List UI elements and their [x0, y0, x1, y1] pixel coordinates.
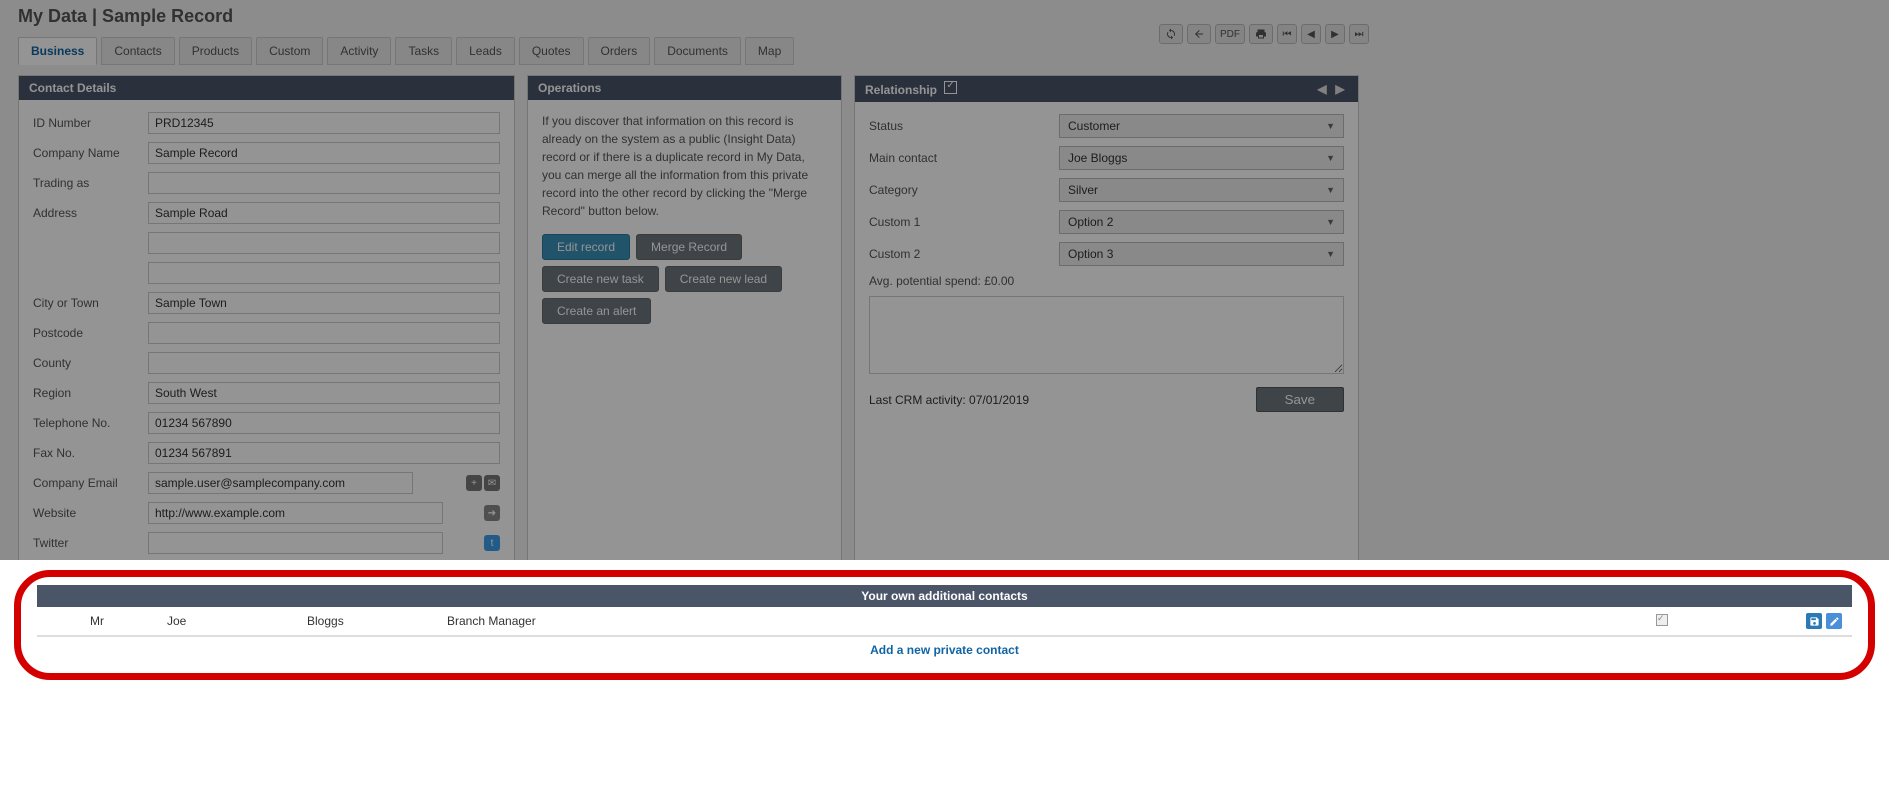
address2-input[interactable]	[148, 232, 500, 254]
twitter-input[interactable]	[148, 532, 443, 554]
avg-spend-text: Avg. potential spend: £0.00	[869, 274, 1344, 288]
trading-as-input[interactable]	[148, 172, 500, 194]
email-input[interactable]	[148, 472, 413, 494]
nav-first-icon[interactable]: ⏮	[1277, 24, 1297, 44]
status-label: Status	[869, 119, 1059, 133]
create-task-button[interactable]: Create new task	[542, 266, 659, 292]
tab-activity[interactable]: Activity	[327, 37, 391, 65]
telephone-label: Telephone No.	[33, 416, 148, 430]
edit-record-button[interactable]: Edit record	[542, 234, 630, 260]
address-label: Address	[33, 206, 148, 220]
fax-label: Fax No.	[33, 446, 148, 460]
print-icon[interactable]	[1249, 24, 1273, 44]
tab-custom[interactable]: Custom	[256, 37, 323, 65]
id-number-label: ID Number	[33, 116, 148, 130]
custom1-select[interactable]: Option 2▼	[1059, 210, 1344, 234]
main-contact-select[interactable]: Joe Bloggs▼	[1059, 146, 1344, 170]
tab-quotes[interactable]: Quotes	[519, 37, 584, 65]
contact-title: Mr	[37, 607, 157, 636]
company-name-input[interactable]	[148, 142, 500, 164]
additional-contacts-header: Your own additional contacts	[37, 585, 1852, 607]
trading-as-label: Trading as	[33, 176, 148, 190]
tab-products[interactable]: Products	[179, 37, 252, 65]
custom1-label: Custom 1	[869, 215, 1059, 229]
status-select[interactable]: Customer▼	[1059, 114, 1344, 138]
website-input[interactable]	[148, 502, 443, 524]
county-label: County	[33, 356, 148, 370]
twitter-label: Twitter	[33, 536, 148, 550]
relationship-section-checkbox[interactable]	[944, 81, 957, 94]
postcode-input[interactable]	[148, 322, 500, 344]
tab-documents[interactable]: Documents	[654, 37, 741, 65]
edit-contact-icon[interactable]	[1826, 613, 1842, 629]
contact-last: Bloggs	[297, 607, 437, 636]
save-contact-icon[interactable]	[1806, 613, 1822, 629]
relationship-notes[interactable]	[869, 296, 1344, 374]
fax-input[interactable]	[148, 442, 500, 464]
create-lead-button[interactable]: Create new lead	[665, 266, 782, 292]
rel-next-icon[interactable]: ▶	[1332, 81, 1348, 97]
main-contact-label: Main contact	[869, 151, 1059, 165]
contact-active-checkbox	[1656, 614, 1668, 626]
nav-last-icon[interactable]: ⏭	[1349, 24, 1369, 44]
create-alert-button[interactable]: Create an alert	[542, 298, 651, 324]
region-input[interactable]	[148, 382, 500, 404]
send-email-icon[interactable]: ✉	[484, 475, 500, 491]
save-button[interactable]: Save	[1256, 387, 1344, 412]
add-private-contact-link[interactable]: Add a new private contact	[37, 636, 1852, 663]
email-label: Company Email	[33, 476, 148, 490]
open-website-icon[interactable]: ➔	[484, 505, 500, 521]
additional-contacts-highlight: Your own additional contacts Mr Joe Blog…	[14, 570, 1875, 680]
tab-map[interactable]: Map	[745, 37, 794, 65]
telephone-input[interactable]	[148, 412, 500, 434]
record-toolbar: PDF ⏮ ◀ ▶ ⏭	[1159, 24, 1369, 44]
add-email-icon[interactable]: +	[466, 475, 482, 491]
last-activity-text: Last CRM activity: 07/01/2019	[869, 393, 1029, 407]
tab-contacts[interactable]: Contacts	[101, 37, 174, 65]
postcode-label: Postcode	[33, 326, 148, 340]
category-label: Category	[869, 183, 1059, 197]
address3-input[interactable]	[148, 262, 500, 284]
page-title: My Data | Sample Record	[18, 0, 1871, 37]
category-select[interactable]: Silver▼	[1059, 178, 1344, 202]
nav-next-icon[interactable]: ▶	[1325, 24, 1345, 44]
contact-role: Branch Manager	[437, 607, 1632, 636]
contact-details-header: Contact Details	[19, 76, 514, 100]
merge-record-button[interactable]: Merge Record	[636, 234, 742, 260]
operations-header: Operations	[528, 76, 841, 100]
operations-text: If you discover that information on this…	[542, 112, 827, 220]
contact-details-panel: Contact Details ID Number Company Name T…	[18, 75, 515, 588]
tab-bar: Business Contacts Products Custom Activi…	[18, 37, 1871, 65]
table-row: Mr Joe Bloggs Branch Manager	[37, 607, 1852, 636]
website-label: Website	[33, 506, 148, 520]
operations-panel: Operations If you discover that informat…	[527, 75, 842, 588]
relationship-header: Relationship	[865, 83, 937, 97]
region-label: Region	[33, 386, 148, 400]
county-input[interactable]	[148, 352, 500, 374]
tab-leads[interactable]: Leads	[456, 37, 515, 65]
tab-tasks[interactable]: Tasks	[395, 37, 452, 65]
city-label: City or Town	[33, 296, 148, 310]
back-icon[interactable]	[1187, 24, 1211, 44]
relationship-panel: Relationship ◀▶ StatusCustomer▼ Main con…	[854, 75, 1359, 588]
twitter-icon[interactable]: t	[484, 535, 500, 551]
tab-orders[interactable]: Orders	[588, 37, 651, 65]
id-number-input[interactable]	[148, 112, 500, 134]
company-name-label: Company Name	[33, 146, 148, 160]
tab-business[interactable]: Business	[18, 37, 97, 65]
contact-first: Joe	[157, 607, 297, 636]
nav-prev-icon[interactable]: ◀	[1301, 24, 1321, 44]
address1-input[interactable]	[148, 202, 500, 224]
pdf-button[interactable]: PDF	[1215, 24, 1245, 44]
city-input[interactable]	[148, 292, 500, 314]
rel-prev-icon[interactable]: ◀	[1314, 81, 1330, 97]
custom2-label: Custom 2	[869, 247, 1059, 261]
refresh-icon[interactable]	[1159, 24, 1183, 44]
custom2-select[interactable]: Option 3▼	[1059, 242, 1344, 266]
